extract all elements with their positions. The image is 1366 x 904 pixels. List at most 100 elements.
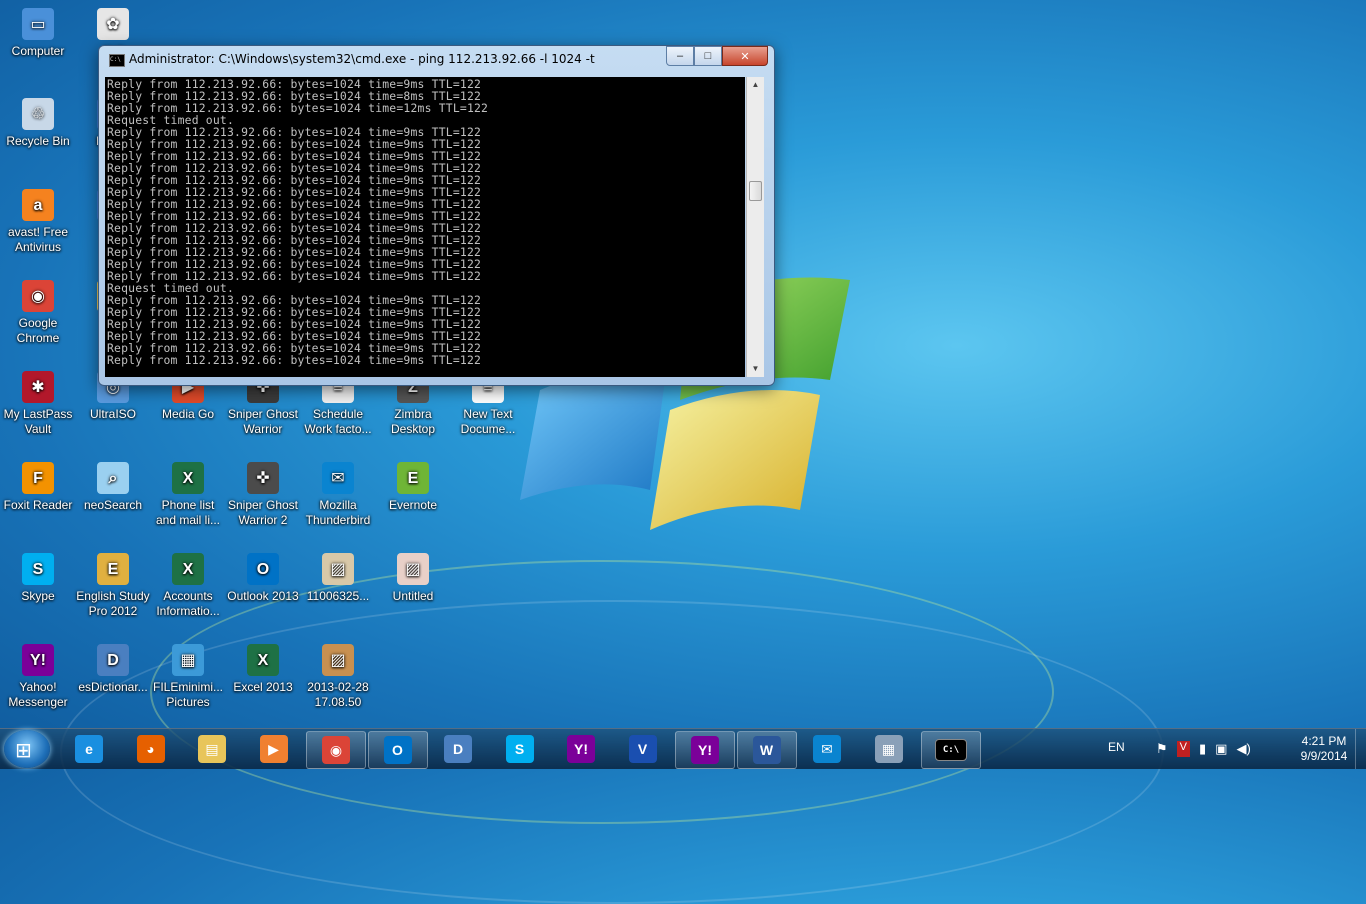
- desktop-icon[interactable]: ▨ 2013-02-28 17.08.50: [300, 642, 376, 710]
- desktop-icon-label: Yahoo! Messenger: [8, 680, 68, 709]
- excel-doc-icon: X: [172, 462, 204, 494]
- folder-icon: ▤: [198, 735, 226, 763]
- taskbar-button-media-player[interactable]: ▶: [245, 731, 303, 767]
- console-output-area[interactable]: Reply from 112.213.92.66: bytes=1024 tim…: [105, 77, 745, 377]
- photo-icon: ▨: [322, 553, 354, 585]
- desktop-icon[interactable]: E English Study Pro 2012: [75, 551, 151, 619]
- file-minimizer-icon: ▦: [172, 644, 204, 676]
- desktop-icon-label: Google Chrome: [16, 316, 60, 345]
- cmd-icon[interactable]: C:\: [109, 54, 125, 67]
- cmd-title-bar[interactable]: C:\ Administrator: C:\Windows\system32\c…: [99, 46, 774, 72]
- cmd-window[interactable]: C:\ Administrator: C:\Windows\system32\c…: [98, 45, 775, 386]
- taskbar-button-cmd[interactable]: C:\: [921, 731, 981, 769]
- desktop-icon-label: My LastPass Vault: [3, 407, 73, 436]
- window-title: Administrator: C:\Windows\system32\cmd.e…: [129, 52, 595, 66]
- desktop-icon-label: Schedule Work facto...: [304, 407, 372, 436]
- cmd-icon: C:\: [935, 739, 967, 761]
- desktop-icon[interactable]: a avast! Free Antivirus: [0, 187, 76, 255]
- desktop-icon-label: Skype: [21, 589, 55, 603]
- desktop-icon-label: Accounts Informatio...: [156, 589, 220, 618]
- desktop-icon-label: 11006325...: [306, 589, 370, 603]
- taskbar-button-firefox[interactable]: ◕: [122, 731, 180, 767]
- taskbar: ⊞ e ◕ ▤ ▶ ◉ O D S Y! V Y! W ✉ ▦ C:\ EN ⚑ V ▮ ▣ ◀) 4:21…: [0, 728, 1366, 769]
- desktop-icon[interactable]: O Outlook 2013: [225, 551, 301, 604]
- scroll-thumb[interactable]: [749, 181, 762, 201]
- desktop-icon[interactable]: ⌕ neoSearch: [75, 460, 151, 513]
- minimize-button[interactable]: ‒: [666, 46, 694, 66]
- desktop-icon[interactable]: X Excel 2013: [225, 642, 301, 695]
- desktop-icon[interactable]: DesDictionar...: [75, 642, 151, 695]
- start-button[interactable]: ⊞: [4, 730, 50, 768]
- dictionary-icon: D: [444, 735, 472, 763]
- desktop-icon[interactable]: F Foxit Reader: [0, 460, 76, 513]
- desktop-icon[interactable]: Y! Yahoo! Messenger: [0, 642, 76, 710]
- english-study-icon: E: [97, 553, 129, 585]
- desktop-icon[interactable]: ✱ My LastPass Vault: [0, 369, 76, 437]
- lastpass-icon: ✱: [22, 371, 54, 403]
- clock[interactable]: 4:21 PM 9/9/2014: [1294, 734, 1354, 764]
- console-output: Reply from 112.213.92.66: bytes=1024 tim…: [107, 77, 489, 367]
- desktop-icon-label: Computer: [11, 44, 65, 58]
- desktop-icon-label: English Study Pro 2012: [76, 589, 150, 618]
- desktop-icon[interactable]: ▭ Computer: [0, 6, 76, 59]
- vertical-scrollbar[interactable]: ▲ ▼: [746, 77, 764, 377]
- yahoo-messenger-icon: Y!: [22, 644, 54, 676]
- dictionary-icon: D: [97, 644, 129, 676]
- foxit-icon: F: [22, 462, 54, 494]
- network-icon[interactable]: ▮: [1199, 741, 1206, 757]
- outlook-icon: O: [247, 553, 279, 585]
- chrome-icon: ◉: [322, 736, 350, 764]
- firefox-icon: ◕: [136, 735, 165, 763]
- taskbar-button-vnc[interactable]: V: [614, 731, 672, 767]
- desktop-icon-label: Excel 2013: [233, 680, 293, 694]
- desktop-icon[interactable]: ◉ Google Chrome: [0, 278, 76, 346]
- desktop-icon[interactable]: ▨ 11006325...: [300, 551, 376, 604]
- recycle-bin-icon: ♲: [22, 98, 54, 130]
- outlook-icon: O: [383, 736, 412, 764]
- taskbar-button-chrome[interactable]: ◉: [306, 731, 366, 769]
- desktop-icon[interactable]: ✜ Sniper Ghost Warrior 2: [225, 460, 301, 528]
- taskbar-button-calculator[interactable]: ▦: [860, 731, 918, 767]
- taskbar-button-windows-explorer[interactable]: ▤: [183, 731, 241, 767]
- desktop-icon-label: Mozilla Thunderbird: [305, 498, 371, 527]
- taskbar-button-skype[interactable]: S: [491, 731, 549, 767]
- maximize-button[interactable]: □: [694, 46, 722, 66]
- taskbar-button-yahoo-messenger[interactable]: Y!: [552, 731, 610, 767]
- desktop-icon-label: Foxit Reader: [3, 498, 73, 512]
- flower-icon: ✿: [97, 8, 129, 40]
- taskbar-button-thunderbird[interactable]: ✉: [798, 731, 856, 767]
- desktop-icon[interactable]: X Phone list and mail li...: [150, 460, 226, 528]
- desktop-icon-label: 2013-02-28 17.08.50: [307, 680, 369, 709]
- desktop-icon[interactable]: S Skype: [0, 551, 76, 604]
- desktop-icon[interactable]: ♲ Recycle Bin: [0, 96, 76, 149]
- taskbar-button-word[interactable]: W: [736, 731, 797, 769]
- taskbar-button-internet-explorer[interactable]: e: [60, 731, 118, 767]
- scroll-down-arrow-icon[interactable]: ▼: [747, 361, 764, 377]
- media-player-icon: ▶: [259, 735, 288, 763]
- taskbar-button-yahoo-messenger-2[interactable]: Y!: [675, 731, 735, 769]
- show-desktop-button[interactable]: [1355, 729, 1366, 769]
- volume-icon[interactable]: ◀): [1236, 741, 1250, 757]
- internet-explorer-icon: e: [75, 735, 103, 763]
- desktop-icon[interactable]: X Accounts Informatio...: [150, 551, 226, 619]
- flag-icon[interactable]: ⚑: [1156, 741, 1168, 757]
- computer-icon: ▭: [22, 8, 54, 40]
- desktop-icon-label: Media Go: [161, 407, 215, 421]
- desktop-icon-label: Sniper Ghost Warrior: [227, 407, 299, 436]
- desktop-icon-label: UltraISO: [89, 407, 136, 421]
- desktop-icon[interactable]: ✉ Mozilla Thunderbird: [300, 460, 376, 528]
- desktop-icon-label: neoSearch: [83, 498, 143, 512]
- close-button[interactable]: ✕: [722, 46, 768, 66]
- vnc-tray-icon[interactable]: V: [1176, 741, 1190, 757]
- monitor-icon[interactable]: ▣: [1215, 741, 1227, 757]
- neosearch-icon: ⌕: [97, 462, 129, 494]
- desktop-icon[interactable]: E Evernote: [375, 460, 451, 513]
- taskbar-button-outlook[interactable]: O: [367, 731, 428, 769]
- scroll-up-arrow-icon[interactable]: ▲: [747, 77, 764, 93]
- desktop-icon[interactable]: ▦ FILEminimi... Pictures: [150, 642, 226, 710]
- language-indicator[interactable]: EN: [1108, 740, 1125, 754]
- desktop-icon[interactable]: ▨ Untitled: [375, 551, 451, 604]
- game-icon: ✜: [247, 462, 279, 494]
- desktop-icon-label: esDictionar...: [78, 680, 148, 694]
- taskbar-button-esdictionary[interactable]: D: [429, 731, 487, 767]
